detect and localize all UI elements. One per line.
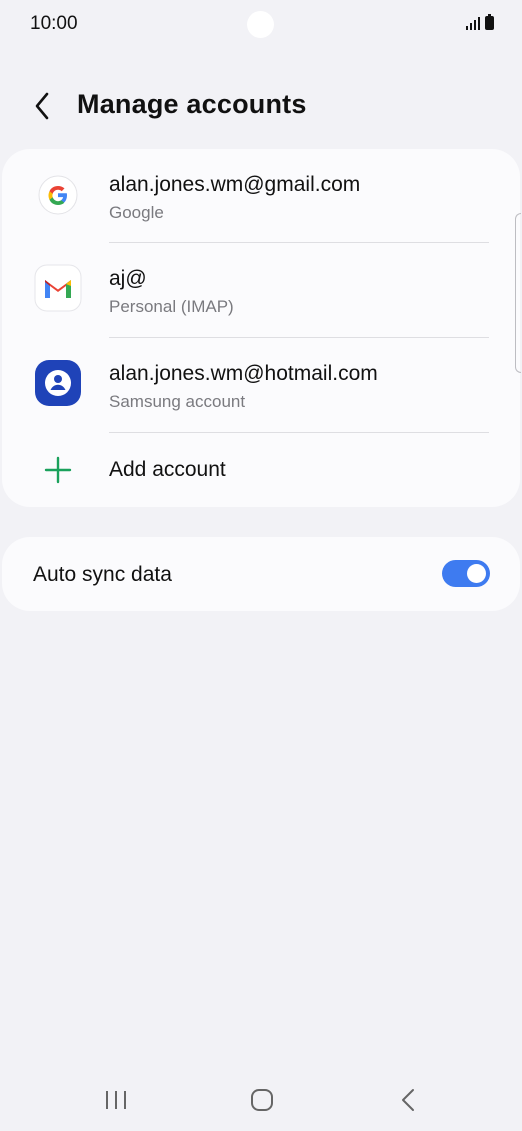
account-email: alan.jones.wm@hotmail.com	[109, 362, 378, 385]
status-icons	[466, 14, 494, 30]
recents-icon	[106, 1091, 126, 1109]
status-time: 10:00	[30, 13, 78, 34]
chevron-left-icon	[35, 92, 49, 120]
scroll-indicator[interactable]	[515, 213, 521, 373]
camera-cutout	[247, 11, 274, 38]
account-email: alan.jones.wm@gmail.com	[109, 173, 361, 196]
back-button[interactable]	[30, 90, 58, 122]
account-row-samsung[interactable]: alan.jones.wm@hotmail.com Samsung accoun…	[2, 338, 520, 433]
account-email: aj@	[109, 267, 147, 290]
home-icon	[251, 1089, 273, 1111]
battery-icon	[485, 14, 494, 30]
add-account-button[interactable]: Add account	[2, 433, 520, 507]
toggle-knob	[467, 564, 486, 583]
auto-sync-row[interactable]: Auto sync data	[2, 537, 520, 611]
back-icon	[402, 1089, 414, 1111]
plus-icon	[34, 446, 82, 494]
status-bar: 10:00	[0, 0, 522, 50]
home-button[interactable]	[242, 1082, 282, 1118]
recents-button[interactable]	[96, 1082, 136, 1118]
samsung-account-icon	[34, 359, 82, 407]
gmail-icon	[34, 264, 82, 312]
google-icon	[34, 171, 82, 219]
add-account-label: Add account	[109, 458, 226, 481]
header: Manage accounts	[0, 80, 522, 132]
nav-back-button[interactable]	[388, 1082, 428, 1118]
auto-sync-label: Auto sync data	[33, 563, 172, 586]
page-title: Manage accounts	[77, 89, 307, 119]
account-row-google[interactable]: alan.jones.wm@gmail.com Google	[2, 149, 520, 243]
account-type: Samsung account	[109, 392, 246, 411]
account-row-imap[interactable]: aj@ Personal (IMAP)	[2, 243, 520, 338]
signal-icon	[466, 16, 480, 30]
accounts-card: alan.jones.wm@gmail.com Google aj@ Perso…	[2, 149, 520, 507]
navigation-bar	[0, 1070, 522, 1130]
account-type: Google	[109, 203, 164, 222]
auto-sync-toggle[interactable]	[442, 560, 490, 587]
account-type: Personal (IMAP)	[109, 297, 234, 316]
